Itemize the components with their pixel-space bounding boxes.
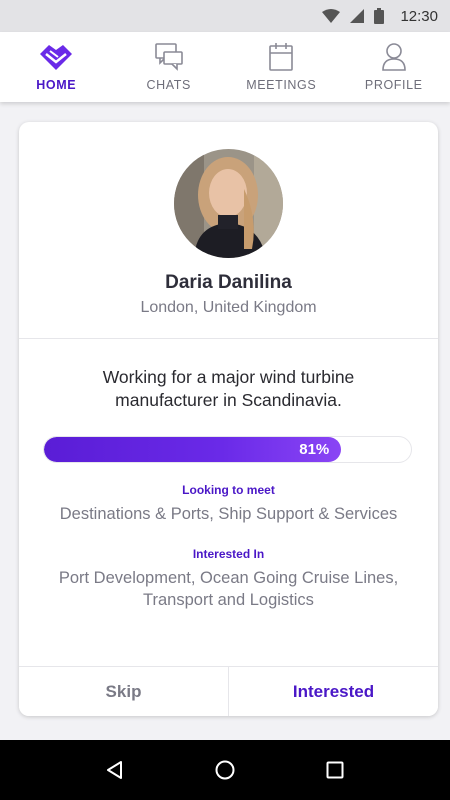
looking-to-meet-label: Looking to meet: [182, 483, 275, 497]
profile-location: London, United Kingdom: [140, 299, 317, 316]
handshake-icon: [36, 42, 76, 72]
divider: [19, 338, 438, 339]
top-nav: HOME CHATS MEETINGS PROFILE: [0, 32, 450, 102]
recents-icon[interactable]: [315, 750, 355, 790]
tab-chats-label: CHATS: [146, 78, 191, 92]
skip-button[interactable]: Skip: [19, 667, 229, 716]
status-time: 12:30: [400, 7, 438, 25]
profile-card: Daria Danilina London, United Kingdom Wo…: [19, 122, 438, 716]
tab-meetings[interactable]: MEETINGS: [225, 32, 338, 102]
signal-icon: [350, 9, 365, 23]
system-nav-bar: [0, 740, 450, 800]
profile-bio: Working for a major wind turbine manufac…: [102, 367, 355, 410]
calendar-icon: [267, 42, 295, 72]
tab-home-label: HOME: [36, 78, 77, 92]
chat-bubbles-icon: [153, 42, 185, 72]
card-actions: Skip Interested: [19, 667, 438, 716]
tab-home[interactable]: HOME: [0, 32, 113, 102]
avatar: [174, 149, 283, 258]
tab-chats[interactable]: CHATS: [113, 32, 226, 102]
interested-in-value: Port Development, Ocean Going Cruise Lin…: [58, 569, 399, 609]
wifi-icon: [322, 9, 341, 23]
interested-button[interactable]: Interested: [229, 667, 438, 716]
match-progress-bar: 81%: [43, 436, 412, 463]
looking-to-meet-value: Destinations & Ports, Ship Support & Ser…: [59, 505, 398, 523]
battery-icon: [374, 8, 385, 24]
interested-in-label: Interested In: [192, 547, 265, 561]
user-icon: [380, 42, 408, 72]
match-progress-fill: [44, 437, 342, 462]
back-icon[interactable]: [95, 750, 135, 790]
tab-profile-label: PROFILE: [364, 78, 423, 92]
tab-meetings-label: MEETINGS: [246, 78, 317, 92]
home-circle-icon[interactable]: [205, 750, 245, 790]
profile-name: Daria Danilina: [165, 272, 292, 293]
status-bar: 12:30: [0, 0, 450, 32]
match-percent-label: 81%: [299, 441, 330, 458]
tab-profile[interactable]: PROFILE: [338, 32, 450, 102]
